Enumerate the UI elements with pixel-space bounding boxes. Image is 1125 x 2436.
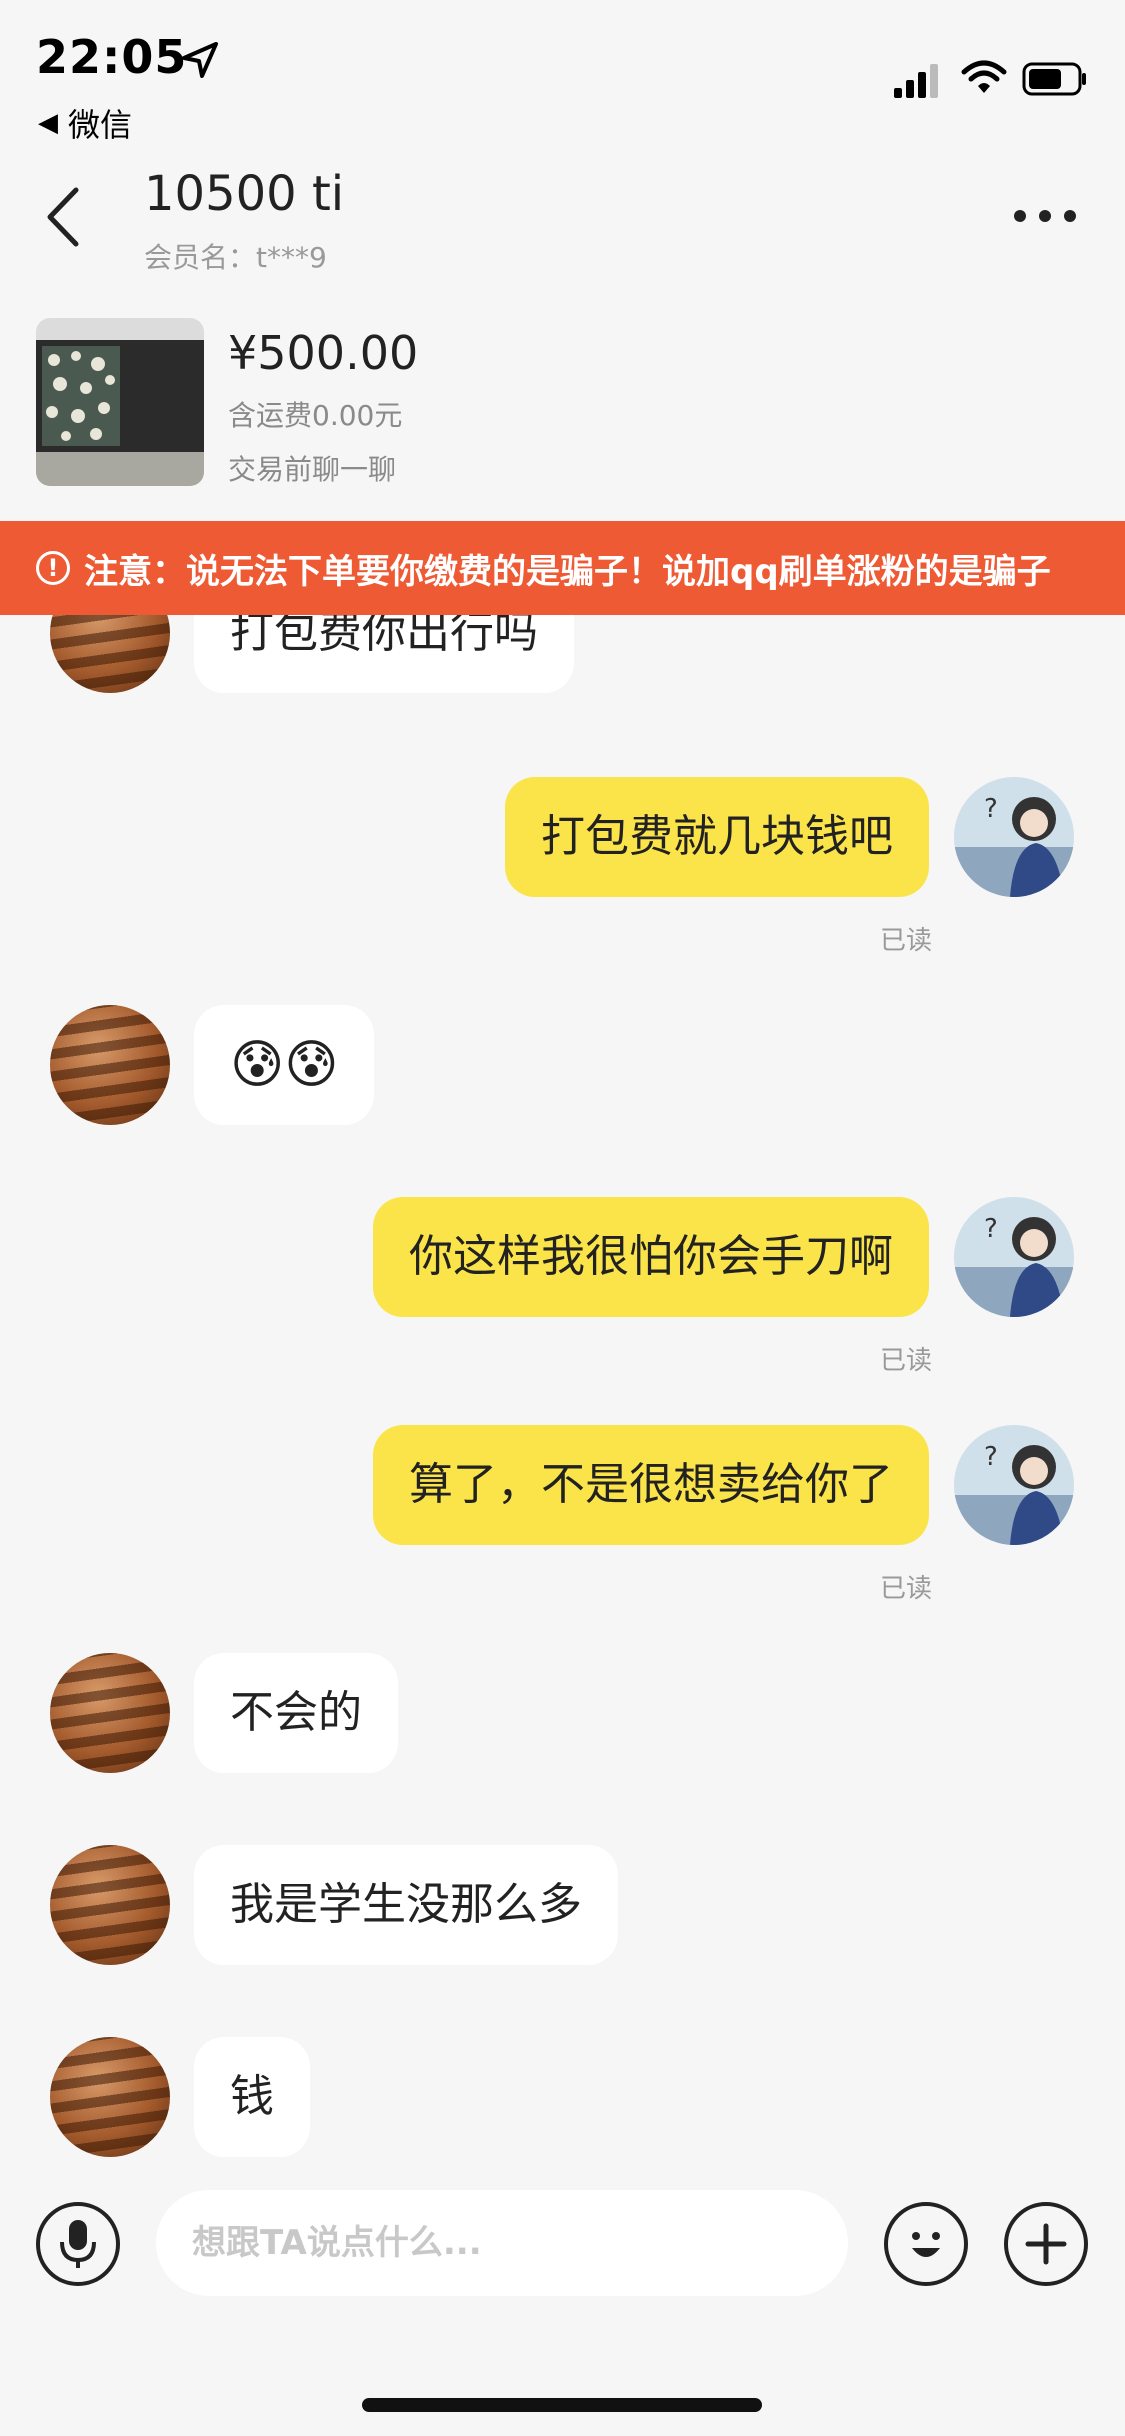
warning-text: 注意：说无法下单要你缴费的是骗子！说加qq刷单涨粉的是骗子 [84,551,1051,592]
emoji-icon [912,2232,940,2257]
seller-avatar[interactable] [50,1005,170,1125]
my-avatar[interactable]: ? [954,777,1074,897]
location-arrow-icon [182,42,218,78]
svg-text:?: ? [984,794,998,824]
alert-icon: ! [36,551,70,585]
mic-icon [60,2220,96,2268]
status-time: 22:05 [36,30,188,84]
seller-avatar[interactable] [50,615,170,693]
back-triangle-icon: ◀ [38,108,58,138]
back-app-label: 微信 [68,106,133,144]
message-bubble[interactable]: 算了，不是很想卖给你了 [373,1425,929,1545]
message-bubble[interactable]: 钱 [194,2037,310,2157]
emoji-button[interactable] [884,2202,968,2286]
more-actions-button[interactable] [1004,2202,1088,2286]
seller-avatar[interactable] [50,1845,170,1965]
seller-avatar[interactable] [50,1653,170,1773]
message-bubble[interactable]: 打包费就几块钱吧 [505,777,929,897]
plus-icon [1025,2223,1067,2265]
read-status: 已读 [880,926,933,956]
message-bubble[interactable]: 打包费你出行吗 [194,615,574,693]
shipping-info: 含运费0.00元 [228,399,403,432]
svg-text:?: ? [984,1214,998,1244]
product-price: ¥500.00 [228,326,419,380]
more-icon[interactable] [1010,196,1080,236]
message-bubble[interactable]: 不会的 [194,1653,398,1773]
read-status: 已读 [880,1346,933,1376]
chat-before-trade: 交易前聊一聊 [228,453,397,486]
member-name: 会员名：t***9 [144,241,327,274]
product-thumbnail[interactable] [36,318,204,486]
chat-title: 10500 ti [144,166,345,222]
wifi-icon [961,60,1007,93]
message-bubble[interactable]: 你这样我很怕你会手刀啊 [373,1197,929,1317]
back-chevron-icon[interactable] [40,182,90,252]
warning-banner: ! 注意：说无法下单要你缴费的是骗子！说加qq刷单涨粉的是骗子 [0,521,1125,615]
voice-button[interactable] [36,2202,120,2286]
signal-icon [894,64,938,98]
back-to-app-link[interactable]: ◀ 微信 [38,100,132,146]
message-bubble[interactable]: 😰😰 [194,1005,375,1125]
seller-avatar[interactable] [50,2037,170,2157]
my-avatar[interactable]: ? [954,1425,1074,1545]
home-indicator[interactable] [362,2398,762,2412]
battery-icon [1022,62,1086,96]
read-status: 已读 [880,1574,933,1604]
message-bubble[interactable]: 我是学生没那么多 [194,1845,618,1965]
chat-area[interactable]: 打包费你出行吗 打包费就几块钱吧 ? 已读 😰😰 你这样我很怕你会手刀啊 ? 已… [0,615,1125,2170]
my-avatar[interactable]: ? [954,1197,1074,1317]
svg-text:?: ? [984,1442,998,1472]
message-input[interactable]: 想跟TA说点什么... [156,2190,848,2296]
